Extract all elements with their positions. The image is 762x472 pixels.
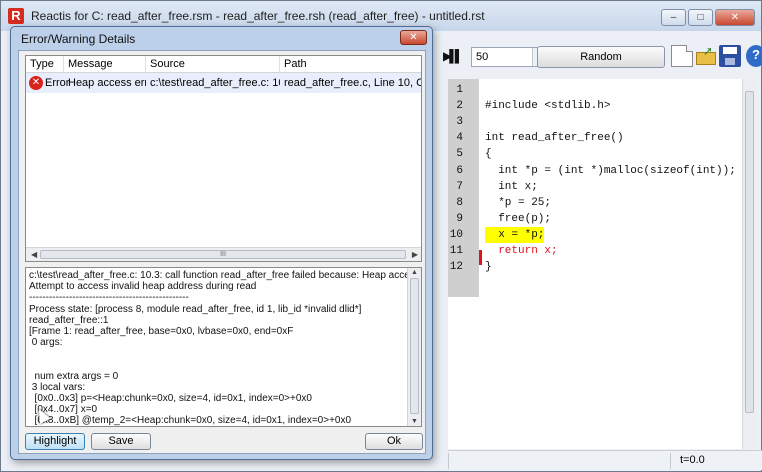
scroll-up-icon[interactable]: ▲ bbox=[411, 269, 418, 276]
code-line[interactable]: 10 x = *p; bbox=[448, 226, 742, 243]
line-number: 2 bbox=[456, 100, 463, 113]
status-bar: t=0.0 bbox=[448, 450, 762, 470]
code-line[interactable]: 8 *p = 25; bbox=[448, 195, 742, 211]
details-vertical-scrollbar[interactable]: ▲ ▼ bbox=[407, 268, 421, 426]
code-text: } bbox=[485, 261, 492, 274]
detail-line: c:\test\read_after_free.c: 10.3: call fu… bbox=[29, 270, 407, 281]
column-header-path[interactable]: Path bbox=[280, 56, 421, 73]
steps-input[interactable] bbox=[472, 48, 528, 66]
code-text: int *p = (int *)malloc(sizeof(int)); bbox=[485, 164, 736, 177]
table-horizontal-scrollbar[interactable]: ◀ III ▶ bbox=[26, 247, 421, 261]
ok-button[interactable]: Ok bbox=[365, 433, 423, 450]
scroll-down-icon[interactable]: ▼ bbox=[411, 418, 418, 425]
column-header-source[interactable]: Source bbox=[146, 56, 280, 73]
toolbar: ▶▌▌ ▲▼ Random ➚ ? bbox=[433, 43, 762, 71]
code-text: int read_after_free() bbox=[485, 132, 624, 145]
line-number: 10 bbox=[449, 228, 463, 241]
error-table: Type Message Source Path ✕ Error Heap ac… bbox=[25, 55, 422, 262]
line-number: 12 bbox=[449, 261, 463, 274]
code-line[interactable]: 9 free(p); bbox=[448, 211, 742, 227]
line-number: 3 bbox=[456, 116, 463, 129]
detail-line: ----------------------------------------… bbox=[29, 292, 189, 304]
line-number: 11 bbox=[449, 245, 463, 257]
detail-line: 3 local vars: bbox=[29, 381, 86, 393]
close-button[interactable]: ✕ bbox=[715, 9, 755, 26]
step-play-icon[interactable]: ▶▌▌ bbox=[443, 49, 463, 63]
code-line[interactable]: 4 int read_after_free() bbox=[448, 130, 742, 146]
column-header-message[interactable]: Message bbox=[64, 56, 146, 73]
scroll-right-icon[interactable]: ▶ bbox=[412, 250, 418, 259]
error-details-dialog: Error/Warning Details ✕ Type Message Sou… bbox=[10, 26, 433, 460]
line-number: 1 bbox=[456, 84, 463, 96]
open-folder-icon[interactable]: ➚ bbox=[695, 44, 717, 67]
line-number: 4 bbox=[456, 132, 463, 145]
new-file-icon[interactable] bbox=[671, 45, 693, 67]
dialog-close-button[interactable]: ✕ bbox=[400, 30, 427, 45]
detail-line: [Frame 1: read_after_free, base=0x0, lvb… bbox=[29, 325, 294, 337]
table-row[interactable]: ✕ Error Heap access error c:\test\read_a… bbox=[26, 73, 421, 93]
code-text: { bbox=[485, 148, 492, 161]
code-line[interactable]: 2 #include <stdlib.h> bbox=[448, 98, 742, 114]
detail-line: num extra args = 0 bbox=[29, 370, 119, 382]
scroll-thumb[interactable]: III bbox=[40, 250, 406, 259]
code-text: return x; bbox=[485, 245, 558, 257]
code-text: free(p); bbox=[485, 212, 552, 225]
detail-line bbox=[29, 348, 407, 359]
code-text: *p = 25; bbox=[485, 196, 552, 209]
scroll-left-icon[interactable]: ◀ bbox=[31, 250, 37, 259]
code-line[interactable]: 6 int *p = (int *)malloc(sizeof(int)); bbox=[448, 163, 742, 179]
detail-line: Attempt to access invalid heap address d… bbox=[29, 281, 257, 293]
cell-source: c:\test\read_after_free.c: 10.3 bbox=[150, 77, 280, 89]
line-number: 8 bbox=[456, 196, 463, 209]
detail-line: Process state: [process 8, module read_a… bbox=[29, 303, 362, 315]
code-line[interactable]: 3 bbox=[448, 114, 742, 130]
source-code-panel[interactable]: 1 2 #include <stdlib.h> 3 4 int read_after_fr… bbox=[448, 79, 742, 449]
scroll-thumb[interactable] bbox=[410, 278, 419, 414]
code-text: int x; bbox=[485, 180, 538, 193]
table-header: Type Message Source Path bbox=[26, 56, 421, 73]
line-number: 7 bbox=[456, 180, 463, 193]
line-number: 6 bbox=[456, 164, 463, 177]
code-line[interactable]: 7 int x; bbox=[448, 179, 742, 195]
error-line-marker bbox=[479, 250, 482, 265]
dialog-title: Error/Warning Details bbox=[21, 32, 136, 46]
window-title: Reactis for C: read_after_free.rsm - rea… bbox=[31, 9, 485, 23]
line-number: 9 bbox=[456, 212, 463, 225]
column-header-type[interactable]: Type bbox=[26, 56, 64, 73]
code-vertical-scrollbar[interactable] bbox=[742, 79, 756, 449]
detail-line: 0 args: bbox=[29, 337, 63, 349]
code-line[interactable]: 12} bbox=[448, 259, 742, 275]
code-text: x = *p; bbox=[485, 226, 545, 243]
highlight-button[interactable]: Highlight bbox=[25, 433, 85, 450]
sim-time: t=0.0 bbox=[680, 454, 705, 466]
code-line[interactable]: 5{ bbox=[448, 146, 742, 162]
cell-path: read_after_free.c, Line 10, Column bbox=[284, 77, 421, 89]
detail-line: [0x4..0x7] x=0 bbox=[29, 404, 98, 416]
app-logo-icon: R bbox=[8, 8, 24, 24]
line-number: 5 bbox=[456, 148, 463, 161]
maximize-button[interactable]: □ bbox=[688, 9, 713, 26]
scroll-thumb[interactable] bbox=[745, 91, 754, 413]
help-icon[interactable]: ? bbox=[746, 45, 762, 67]
cell-message: Heap access error bbox=[68, 77, 146, 89]
detail-line: [0x8..0xB] @temp_2=<Heap:chunk=0x0, size… bbox=[29, 415, 352, 427]
code-text: #include <stdlib.h> bbox=[485, 100, 611, 113]
save-disk-icon[interactable] bbox=[719, 45, 741, 67]
detail-line bbox=[29, 360, 407, 371]
random-button[interactable]: Random bbox=[537, 46, 665, 68]
save-button[interactable]: Save bbox=[91, 433, 151, 450]
code-line[interactable]: 11 return x; bbox=[448, 243, 742, 259]
error-details-text[interactable]: c:\test\read_after_free.c: 10.3: call fu… bbox=[25, 267, 422, 427]
minimize-button[interactable]: – bbox=[661, 9, 686, 26]
code-line[interactable]: 1 bbox=[448, 82, 742, 98]
detail-line: [0x0..0x3] p=<Heap:chunk=0x0, size=4, id… bbox=[29, 393, 312, 405]
steps-spinner[interactable]: ▲▼ bbox=[471, 47, 547, 67]
detail-line: read_after_free::1 bbox=[29, 314, 109, 326]
